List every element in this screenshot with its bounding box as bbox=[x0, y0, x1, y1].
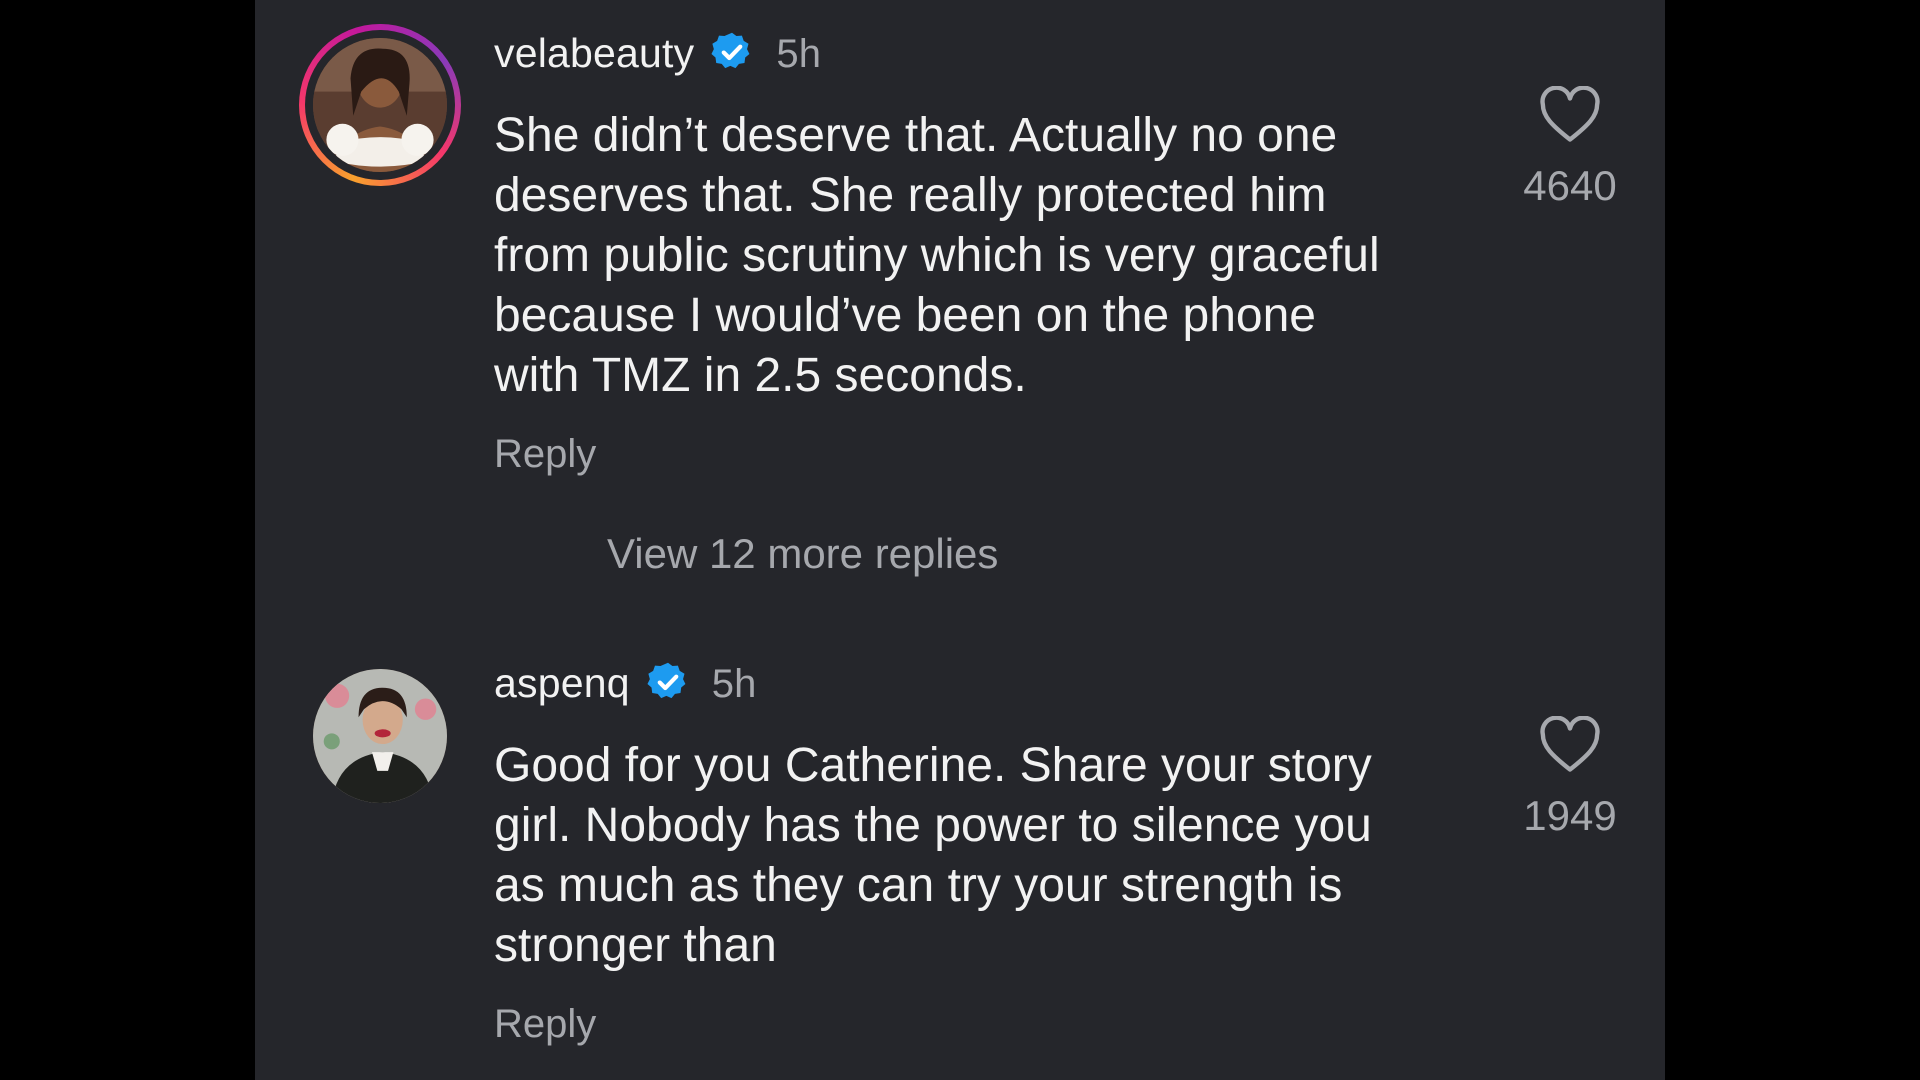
avatar-wrapper[interactable] bbox=[299, 655, 461, 817]
comments-panel: velabeauty 5h She didn’t deserve that. A… bbox=[255, 0, 1665, 1080]
like-count: 4640 bbox=[1523, 162, 1617, 209]
heart-icon bbox=[1540, 716, 1600, 772]
like-button[interactable]: 1949 bbox=[1505, 716, 1635, 840]
verified-badge-icon bbox=[647, 662, 686, 699]
username-row: velabeauty 5h bbox=[494, 30, 821, 78]
reply-button[interactable]: Reply bbox=[494, 1002, 596, 1047]
view-more-replies-button[interactable]: View 12 more replies bbox=[607, 530, 998, 578]
timestamp: 5h bbox=[711, 662, 757, 706]
avatar-photo bbox=[313, 38, 447, 172]
username-row: aspenq 5h bbox=[494, 660, 757, 708]
like-count: 1949 bbox=[1523, 792, 1617, 839]
comment-text: She didn’t deserve that. Actually no one… bbox=[494, 109, 1380, 402]
timestamp: 5h bbox=[776, 32, 822, 76]
avatar-photo bbox=[313, 669, 447, 803]
avatar bbox=[313, 669, 447, 803]
verified-badge-icon bbox=[711, 32, 750, 69]
like-button[interactable]: 4640 bbox=[1505, 86, 1635, 210]
reply-button[interactable]: Reply bbox=[494, 432, 596, 477]
username[interactable]: velabeauty bbox=[494, 30, 694, 76]
username[interactable]: aspenq bbox=[494, 660, 630, 706]
comment-text: Good for you Catherine. Share your story… bbox=[494, 739, 1372, 972]
story-ring-avatar[interactable] bbox=[299, 24, 461, 186]
heart-icon bbox=[1540, 86, 1600, 142]
avatar bbox=[313, 38, 447, 172]
